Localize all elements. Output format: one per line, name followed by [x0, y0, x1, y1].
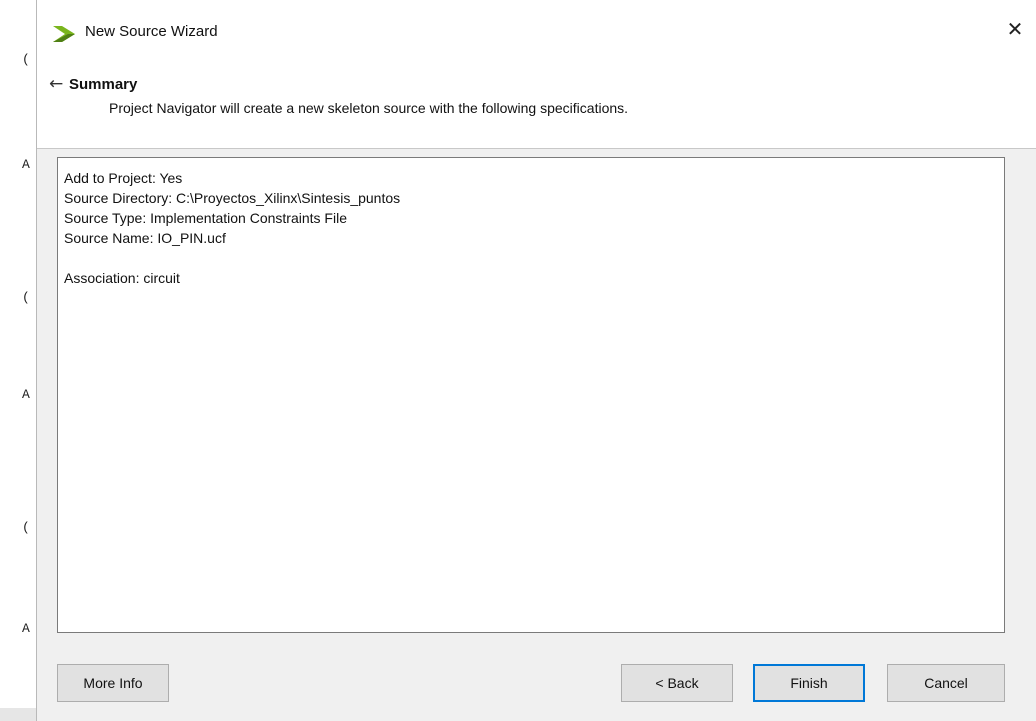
- title-bar: New Source Wizard ✕: [37, 0, 1036, 60]
- summary-line: [64, 248, 998, 268]
- bg-code-glyph: A: [22, 621, 30, 636]
- summary-line: Source Name: IO_PIN.ucf: [64, 230, 226, 246]
- summary-line: Source Directory: C:\Proyectos_Xilinx\Si…: [64, 190, 401, 206]
- bg-code-glyph: A: [22, 157, 30, 172]
- cancel-button[interactable]: Cancel: [887, 664, 1005, 702]
- background-statusbar: [0, 708, 38, 721]
- finish-button[interactable]: Finish: [753, 664, 865, 702]
- wizard-header: ← Summary Project Navigator will create …: [37, 60, 1036, 149]
- page-title: Summary: [69, 76, 138, 93]
- background-editor-strip: ( A ( A ( A: [0, 0, 38, 721]
- xilinx-chevron-logo-icon: [53, 26, 75, 42]
- more-info-button[interactable]: More Info: [57, 664, 169, 702]
- summary-text-area[interactable]: Add to Project: Yes Source Directory: C:…: [57, 157, 1005, 633]
- bg-code-glyph: (: [22, 290, 30, 305]
- bg-code-glyph: (: [22, 520, 30, 535]
- summary-line: Source Type: Implementation Constraints …: [64, 210, 347, 226]
- close-icon[interactable]: ✕: [1002, 16, 1028, 42]
- bg-code-glyph: (: [22, 52, 30, 67]
- summary-line: Association: circuit: [64, 270, 180, 286]
- window-title: New Source Wizard: [85, 23, 218, 40]
- back-button[interactable]: < Back: [621, 664, 733, 702]
- back-arrow-icon[interactable]: ←: [49, 74, 63, 94]
- new-source-wizard-dialog: New Source Wizard ✕ ← Summary Project Na…: [36, 0, 1036, 721]
- bg-code-glyph: A: [22, 387, 30, 402]
- page-description: Project Navigator will create a new skel…: [109, 100, 629, 116]
- summary-line: Add to Project: Yes: [64, 170, 183, 186]
